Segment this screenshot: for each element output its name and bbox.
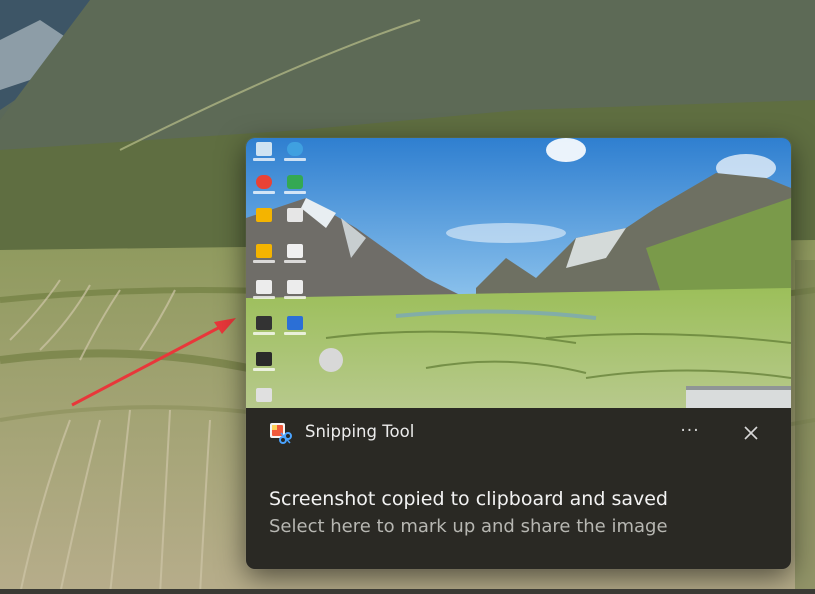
close-button[interactable] bbox=[734, 418, 768, 448]
close-icon bbox=[744, 426, 758, 440]
taskbar-edge bbox=[0, 589, 815, 594]
snipping-tool-icon bbox=[268, 421, 292, 445]
notification-title: Screenshot copied to clipboard and saved bbox=[269, 488, 668, 510]
screenshot-preview[interactable] bbox=[246, 138, 791, 408]
ellipsis-icon: ··· bbox=[680, 421, 700, 441]
notification-subtitle: Select here to mark up and share the ima… bbox=[269, 516, 668, 537]
app-name: Snipping Tool bbox=[305, 422, 415, 441]
more-options-button[interactable]: ··· bbox=[672, 418, 708, 448]
notification-header: Snipping Tool ··· bbox=[246, 408, 791, 458]
notification-body[interactable]: Screenshot copied to clipboard and saved… bbox=[269, 486, 769, 540]
desktop-icons bbox=[252, 142, 312, 402]
snipping-tool-notification[interactable]: Snipping Tool ··· Screenshot copied to c… bbox=[246, 138, 791, 569]
